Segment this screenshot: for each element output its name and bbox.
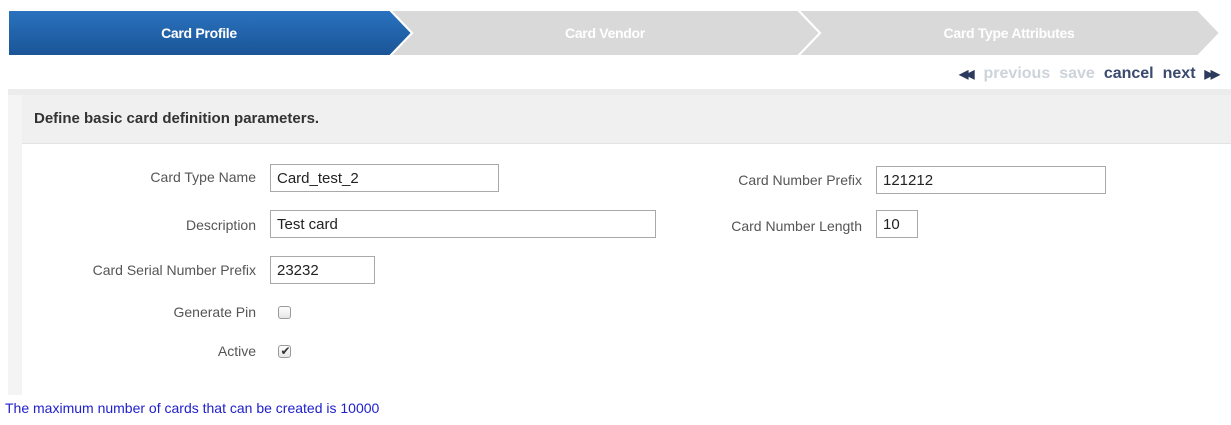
- double-left-arrow-icon: ◀◀: [959, 67, 975, 81]
- active-label: Active: [217, 343, 256, 359]
- card-number-length-input[interactable]: [876, 210, 918, 238]
- card-profile-form: Card Type Name Description Card Serial N…: [22, 144, 1231, 396]
- wizard-step-card-vendor[interactable]: Card Vendor: [412, 10, 798, 56]
- section-title: Define basic card definition parameters.: [34, 110, 320, 127]
- active-checkbox[interactable]: ✔: [278, 344, 291, 358]
- max-cards-message: The maximum number of cards that can be …: [5, 400, 380, 416]
- card-number-length-label: Card Number Length: [731, 218, 862, 234]
- next-button[interactable]: next: [1163, 63, 1196, 85]
- generate-pin-checkbox[interactable]: [278, 306, 291, 319]
- checkmark-icon: ✔: [280, 344, 291, 358]
- save-button[interactable]: save: [1059, 63, 1095, 85]
- previous-button[interactable]: previous: [984, 63, 1051, 85]
- card-type-name-label: Card Type Name: [150, 169, 256, 185]
- card-serial-number-prefix-label: Card Serial Number Prefix: [92, 262, 256, 278]
- card-number-prefix-label: Card Number Prefix: [738, 172, 862, 188]
- wizard-step-card-profile[interactable]: Card Profile: [8, 10, 390, 56]
- card-serial-number-prefix-input[interactable]: [270, 256, 375, 284]
- cancel-button[interactable]: cancel: [1104, 63, 1154, 85]
- double-right-arrow-icon: ▶▶: [1204, 67, 1221, 81]
- wizard-step-card-type-attributes[interactable]: Card Type Attributes: [820, 10, 1198, 56]
- wizard-navigation: ◀◀ previous save cancel next ▶▶: [959, 63, 1221, 85]
- generate-pin-label: Generate Pin: [173, 304, 257, 320]
- card-number-prefix-input[interactable]: [876, 166, 1106, 194]
- description-label: Description: [185, 217, 256, 233]
- card-type-name-input[interactable]: [270, 164, 499, 192]
- wizard-steps: Card Profile Card Vendor Card Type Attri…: [8, 10, 1223, 56]
- section-header: Define basic card definition parameters.: [22, 95, 1231, 144]
- description-input[interactable]: [270, 210, 656, 238]
- panel-left-border: [8, 95, 22, 395]
